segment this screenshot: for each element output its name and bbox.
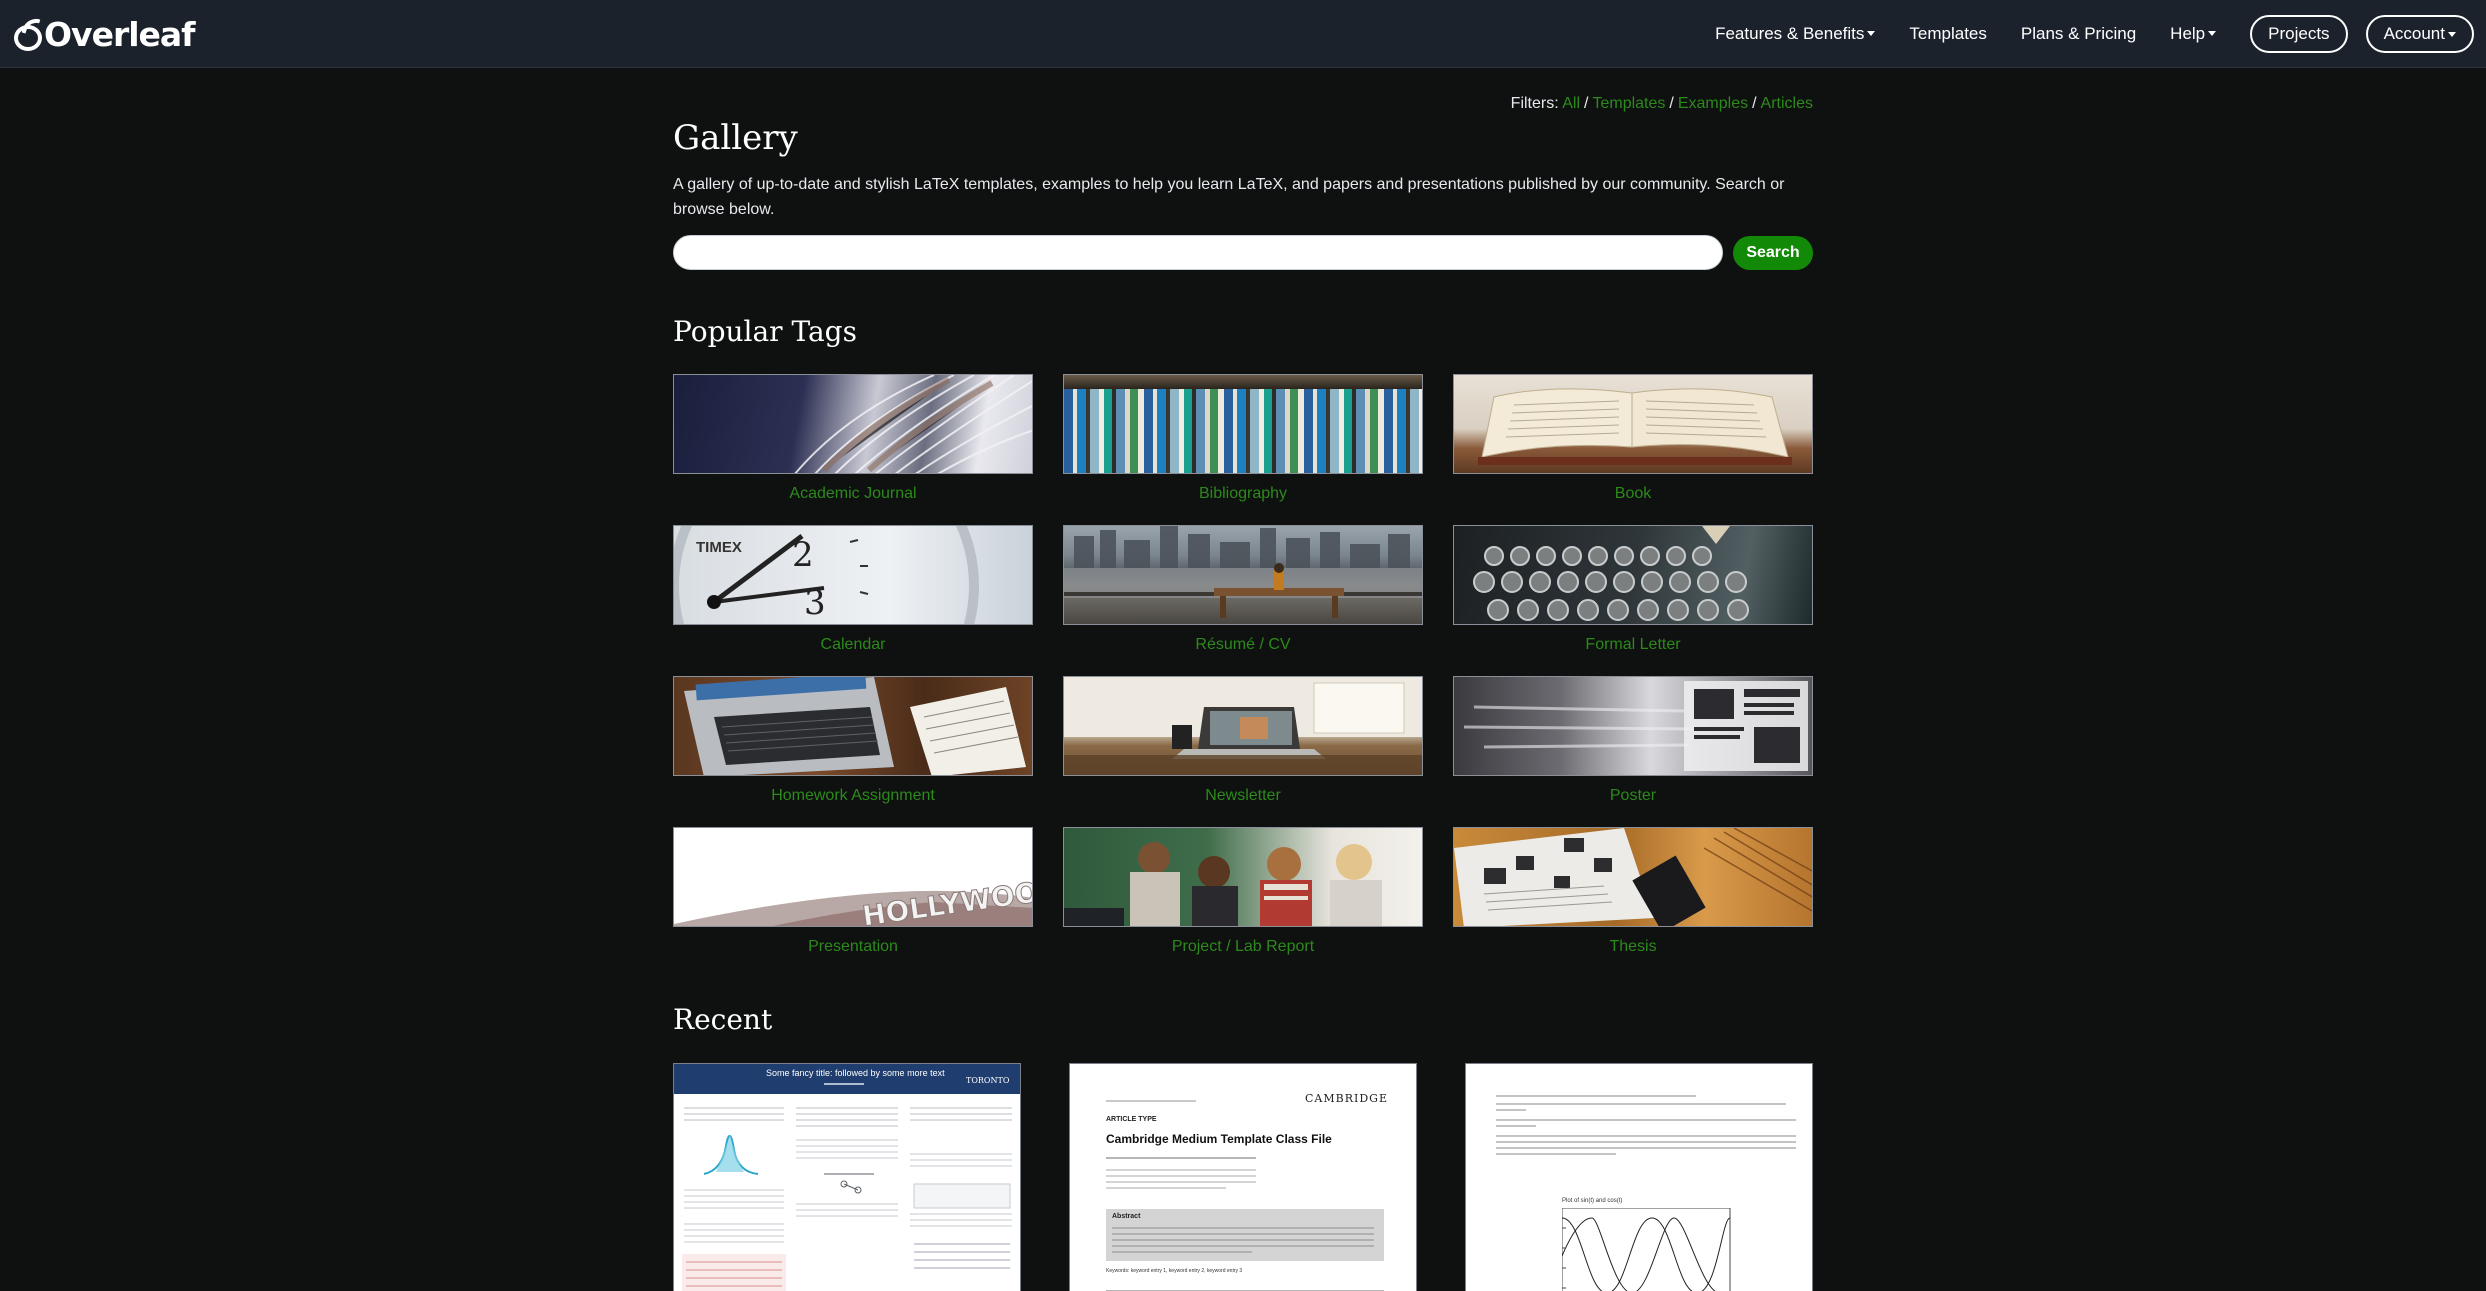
book-image (1453, 374, 1813, 474)
poster-logo: TORONTO (966, 1076, 1010, 1085)
chevron-down-icon (1867, 31, 1876, 36)
page-title: Gallery (673, 118, 798, 158)
formal-letter-image (1453, 525, 1813, 625)
meta-line (1106, 1100, 1196, 1102)
tag-newsletter[interactable]: Newsletter (1063, 676, 1423, 827)
recent-card-cambridge[interactable]: CAMBRIDGE ARTICLE TYPE Cambridge Medium … (1069, 1063, 1417, 1291)
tag-label: Bibliography (1198, 485, 1288, 502)
chevron-down-icon (2208, 31, 2217, 36)
abstract-text-preview (1112, 1227, 1374, 1253)
tag-label: Thesis (1609, 938, 1657, 955)
tag-label: Poster (1609, 787, 1657, 804)
article-title: Cambridge Medium Template Class File (1106, 1132, 1332, 1146)
authors-preview (1106, 1157, 1256, 1189)
filters-bar: Filters: All / Templates / Examples / Articles (1511, 95, 1813, 113)
nav-templates-link[interactable]: Templates (1909, 24, 1986, 44)
nav-features-dropdown[interactable]: Features & Benefits (1715, 24, 1876, 44)
plot-title: Plot of sin(t) and cos(t) (1562, 1198, 1623, 1204)
popular-tags-heading: Popular Tags (673, 315, 857, 348)
gallery-intro: A gallery of up-to-date and stylish LaTe… (673, 176, 1785, 218)
resume-cv-image (1063, 525, 1423, 625)
tag-thesis[interactable]: Thesis (1453, 827, 1813, 978)
tag-label: Calendar (820, 636, 886, 653)
filter-templates[interactable]: Templates (1592, 95, 1665, 112)
brand-name: Overleaf (44, 14, 196, 54)
svg-text:TIMEX: TIMEX (696, 539, 742, 556)
abstract-label: Abstract (1112, 1213, 1141, 1220)
tag-formal-letter[interactable]: Formal Letter (1453, 525, 1813, 676)
nav-features-label: Features & Benefits (1715, 24, 1865, 43)
recent-heading: Recent (673, 1003, 773, 1036)
recent-card-plot-example[interactable]: Plot of sin(t) and cos(t) (1465, 1063, 1813, 1291)
filter-separator: / (1752, 95, 1757, 112)
keywords-line: Keywords: keyword entry 1, keyword entry… (1106, 1268, 1243, 1274)
tag-label: Newsletter (1205, 787, 1281, 804)
account-dropdown[interactable]: Account (2365, 15, 2474, 53)
tag-label: Formal Letter (1585, 636, 1681, 653)
presentation-image: HOLLYWOOD (673, 827, 1033, 927)
tag-book[interactable]: Book (1453, 374, 1813, 525)
tag-label: Résumé / CV (1195, 636, 1291, 653)
poster-subtitle-line (824, 1083, 864, 1085)
bibliography-image (1063, 374, 1423, 474)
poster-header-title: Some fancy title: followed by some more … (766, 1068, 945, 1078)
filter-examples[interactable]: Examples (1678, 95, 1748, 112)
filter-articles[interactable]: Articles (1761, 95, 1813, 112)
popular-tags-grid: Academic Journal Bibliography Book TIMEX… (673, 374, 1813, 978)
newsletter-image (1063, 676, 1423, 776)
recent-grid: Some fancy title: followed by some more … (673, 1063, 1813, 1291)
thesis-image (1453, 827, 1813, 927)
overleaf-logo[interactable]: Overleaf (14, 14, 196, 54)
tag-label: Presentation (808, 938, 898, 955)
filter-separator: / (1584, 95, 1589, 112)
academic-journal-image (673, 374, 1033, 474)
tag-project-lab-report[interactable]: Project / Lab Report (1063, 827, 1423, 978)
tag-calendar[interactable]: TIMEX 2 3 Calendar (673, 525, 1033, 676)
poster-body-preview (682, 1107, 1012, 1291)
search-button[interactable]: Search (1733, 236, 1813, 270)
nav-menu: Features & Benefits Templates Plans & Pr… (1715, 0, 2486, 68)
top-navbar: Overleaf Features & Benefits Templates P… (0, 0, 2486, 68)
example-text-preview (1496, 1095, 1796, 1155)
filters-label: Filters: (1510, 95, 1559, 112)
article-type: ARTICLE TYPE (1106, 1116, 1157, 1123)
homework-assignment-image (673, 676, 1033, 776)
tag-homework-assignment[interactable]: Homework Assignment (673, 676, 1033, 827)
filter-all[interactable]: All (1562, 95, 1580, 112)
tag-resume-cv[interactable]: Résumé / CV (1063, 525, 1423, 676)
tag-label: Homework Assignment (771, 787, 935, 804)
overleaf-leaf-icon (14, 15, 44, 51)
project-lab-report-image (1063, 827, 1423, 927)
account-label: Account (2383, 24, 2445, 43)
cambridge-press-logo: CAMBRIDGE (1305, 1092, 1388, 1105)
chevron-down-icon (2448, 31, 2456, 37)
tag-academic-journal[interactable]: Academic Journal (673, 374, 1033, 525)
tag-label: Academic Journal (789, 485, 917, 502)
projects-button[interactable]: Projects (2250, 15, 2348, 53)
nav-help-dropdown[interactable]: Help (2170, 24, 2217, 44)
tag-presentation[interactable]: HOLLYWOOD Presentation (673, 827, 1033, 978)
poster-image (1453, 676, 1813, 776)
tag-label: Book (1614, 485, 1652, 502)
nav-plans-link[interactable]: Plans & Pricing (2021, 24, 2136, 44)
tag-bibliography[interactable]: Bibliography (1063, 374, 1423, 525)
sin-cos-plot (1562, 1208, 1731, 1291)
recent-card-poster[interactable]: Some fancy title: followed by some more … (673, 1063, 1021, 1291)
nav-help-label: Help (2170, 24, 2206, 43)
calendar-image: TIMEX 2 3 (673, 525, 1033, 625)
filter-separator: / (1669, 95, 1674, 112)
tag-poster[interactable]: Poster (1453, 676, 1813, 827)
gallery-search-input[interactable] (673, 235, 1723, 270)
tag-label: Project / Lab Report (1171, 938, 1315, 955)
